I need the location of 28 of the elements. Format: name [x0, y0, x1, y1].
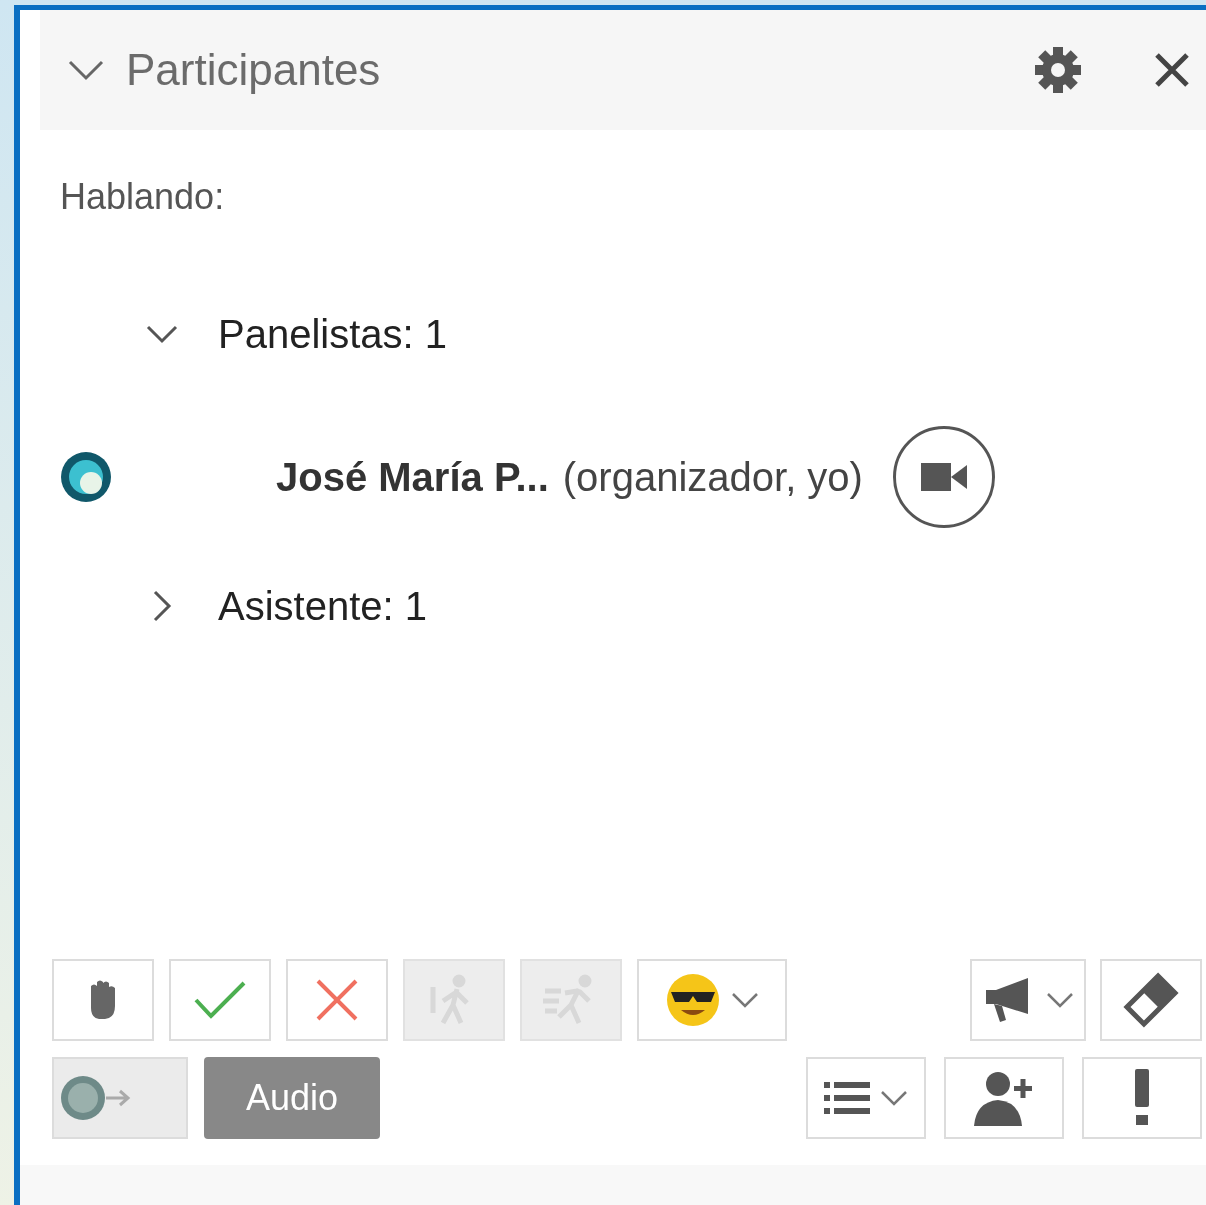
- group-label[interactable]: Panelistas: 1: [218, 304, 448, 364]
- panel-title: Participantes: [126, 44, 381, 96]
- video-camera-icon: [918, 461, 969, 493]
- eraser-button[interactable]: [1100, 959, 1202, 1041]
- hand-button[interactable]: [52, 959, 154, 1041]
- megaphone-button[interactable]: [970, 959, 1086, 1041]
- microphone-status-button[interactable]: [52, 1057, 188, 1139]
- check-icon: [193, 980, 247, 1020]
- list-icon: [824, 1080, 870, 1116]
- cross-icon: [315, 978, 359, 1022]
- audio-button[interactable]: Audio: [204, 1057, 380, 1139]
- alert-button[interactable]: [1082, 1057, 1202, 1139]
- group-label[interactable]: Asistente: 1: [218, 576, 427, 636]
- participant-name[interactable]: José María P...: [276, 447, 549, 507]
- speaking-label: Hablando:: [60, 175, 225, 219]
- status-icon: [58, 449, 114, 505]
- add-person-button[interactable]: [944, 1057, 1064, 1139]
- sunglasses-face-icon: [665, 972, 721, 1028]
- check-button[interactable]: [169, 959, 271, 1041]
- cross-button[interactable]: [286, 959, 388, 1041]
- participant-role: (organizador, yo): [562, 454, 863, 501]
- caret-icon: [880, 1090, 908, 1106]
- exclamation-icon: [1134, 1069, 1150, 1127]
- emoji-button[interactable]: [637, 959, 787, 1041]
- caret-icon: [731, 992, 759, 1008]
- settings-icon[interactable]: [1032, 44, 1084, 96]
- list-button[interactable]: [806, 1057, 926, 1139]
- caret-icon: [1046, 992, 1074, 1008]
